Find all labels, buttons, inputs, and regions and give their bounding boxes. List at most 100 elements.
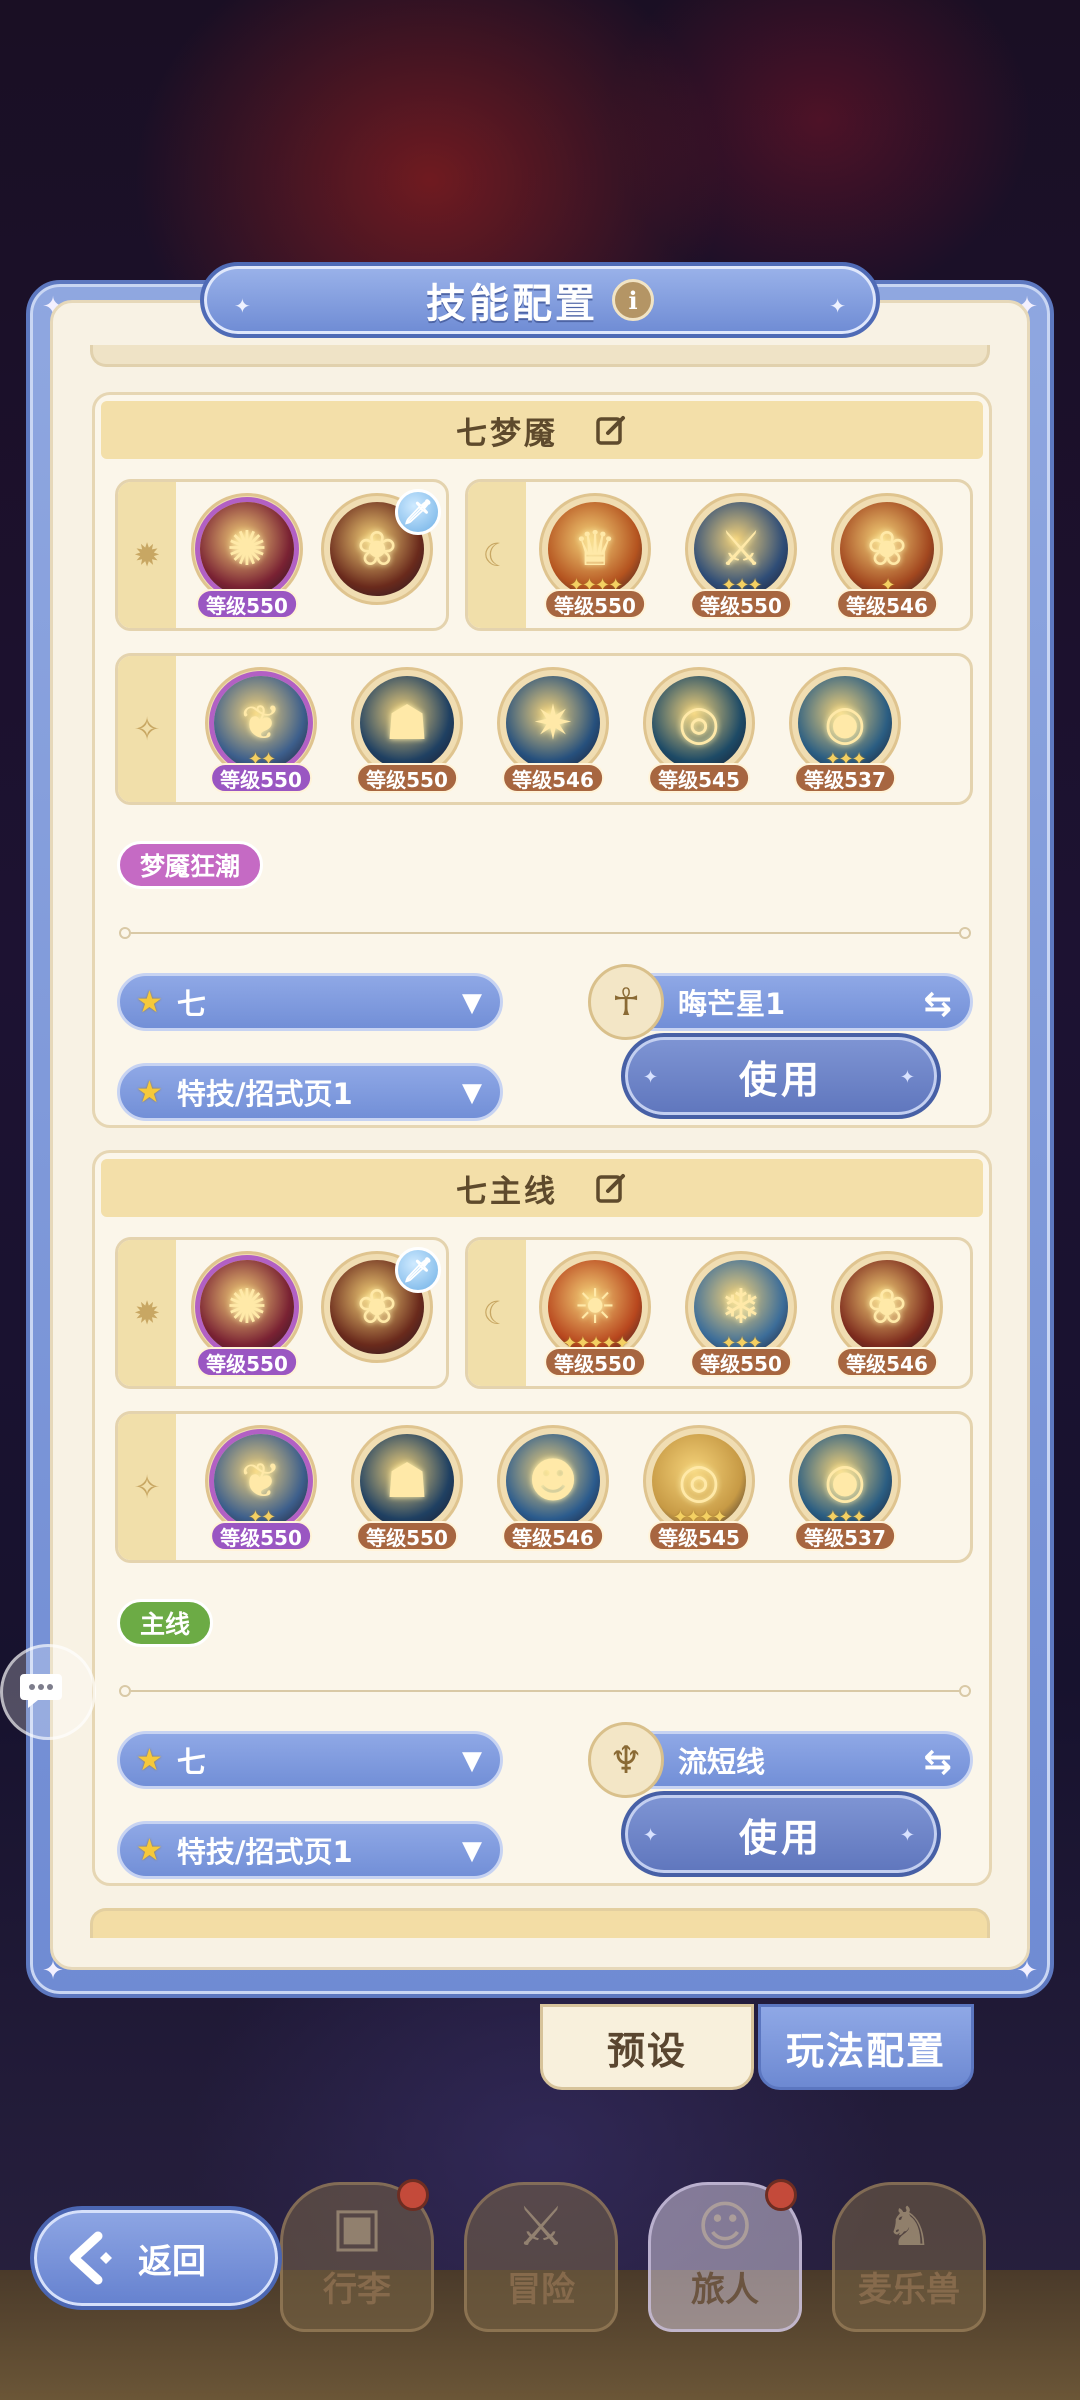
page-dropdown[interactable]: ★ 特技/招式页1 ▼ [117,1063,503,1121]
chevron-down-icon: ▼ [462,1078,482,1108]
notification-dot [397,2179,429,2211]
banner-star-icon: ✦ [234,294,251,318]
skill-level-badge: 等级550 [356,1521,458,1551]
skill-level-badge: 等级537 [794,763,896,793]
skill-slot[interactable]: ✺ 等级550 [191,493,303,619]
info-icon[interactable]: i [612,279,654,321]
team-value: 七 [176,987,206,1021]
chevron-down-icon: ▼ [462,988,482,1018]
loadout-name: 七梦魇 [456,415,558,452]
skill-slot[interactable]: ❀ 🗡 [321,489,441,605]
loadout-tag: 梦魇狂潮 [117,841,264,889]
skill-slot[interactable]: ⚔ ✦✦✦ 等级550 [685,493,797,619]
nav-label: 行李 [323,2270,391,2310]
skill-level-badge: 等级550 [544,1347,646,1377]
star-icon: ★ [136,984,163,1020]
loadout-card: 七主线 ✹ ☾ ✧ ✺ 等级550 ❀ 🗡 ☀ ✦✦✦✦✦ 等级550 ❄ ✦✦✦ 等级550 ❀ 等级546… [92,1150,992,1886]
use-button-label: 使用 [738,1057,823,1102]
star-icon: ★ [136,1074,163,1110]
skill-slot[interactable]: ◎ ✦✦✦✦ 等级545 [643,1425,755,1551]
skill-slot[interactable]: ❀ 等级546 [831,1251,943,1377]
sun-icon: ✹ [118,1240,176,1386]
loadout-tag: 主线 [117,1599,214,1647]
partner-avatar-icon: ☥ [588,964,664,1040]
title-banner: ✦ 技能配置 i ✦ [200,262,880,338]
equipped-sword-icon: 🗡 [395,489,441,535]
tab-preset[interactable]: 预设 [540,2004,754,2090]
edit-icon[interactable] [594,1171,628,1205]
back-button-label: 返回 [138,2241,206,2282]
loadout-card: 七梦魇 ✹ ☾ ✧ ✺ 等级550 ❀ 🗡 ♛ ✦✦✦✦ 等级550 ⚔ ✦✦✦ 等级550 ❀ ✦ 等级546… [92,392,992,1128]
back-button[interactable]: 返回 [30,2206,282,2310]
team-dropdown[interactable]: ★ 七 ▼ [117,1731,503,1789]
skill-slot[interactable]: ✺ 等级550 [191,1251,303,1377]
skill-slot[interactable]: ✷ 等级546 [497,667,609,793]
nav-item[interactable]: ▣ 行李 [280,2179,434,2332]
page-title: 技能配置 [426,281,598,327]
traveler-avatar-icon: ☺ [696,2195,754,2258]
page-dropdown[interactable]: ★ 特技/招式页1 ▼ [117,1821,503,1879]
edit-icon[interactable] [594,413,628,447]
use-button[interactable]: ✦ 使用 ✦ [621,1033,941,1119]
fox-pet-icon: ♞ [884,2195,934,2258]
skill-level-badge: 等级550 [544,589,646,619]
skill-slot[interactable]: ☗ 等级550 [351,667,463,793]
partner-switch[interactable]: ♆ 流短线 ⇆ [588,1722,973,1798]
loadout-header: 七主线 [101,1159,983,1217]
nav-item[interactable]: ♞ 麦乐兽 [832,2182,986,2332]
nav-label: 冒险 [507,2270,575,2310]
skill-slot[interactable]: ❀ ✦ 等级546 [831,493,943,619]
skill-slot[interactable]: ❀ 🗡 [321,1247,441,1363]
nav-label: 旅人 [691,2270,759,2310]
use-button[interactable]: ✦ 使用 ✦ [621,1791,941,1877]
skill-slot[interactable]: ❄ ✦✦✦ 等级550 [685,1251,797,1377]
partner-avatar-icon: ♆ [588,1722,664,1798]
skill-level-badge: 等级550 [196,1347,298,1377]
crimson-wheel-icon: ✺ [200,502,294,596]
skill-slot[interactable]: ☻ 等级546 [497,1425,609,1551]
skill-slot[interactable]: ❦ ✦✦ 等级550 [205,1425,317,1551]
page-value: 特技/招式页1 [176,1835,353,1869]
use-button-label: 使用 [738,1815,823,1860]
skill-level-badge: 等级545 [648,763,750,793]
nav-item[interactable]: ⚔ 冒险 [464,2182,618,2332]
skill-slot[interactable]: ◎ 等级545 [643,667,755,793]
skill-level-badge: 等级546 [502,763,604,793]
moon-icon: ☾ [468,482,526,628]
skill-slot[interactable]: ☀ ✦✦✦✦✦ 等级550 [539,1251,651,1377]
team-value: 七 [176,1745,206,1779]
crossed-swords-icon: ⚔ [516,2195,566,2258]
chat-icon[interactable] [0,1644,96,1740]
notification-dot [765,2179,797,2211]
skill-slot[interactable]: ♛ ✦✦✦✦ 等级550 [539,493,651,619]
partner-name: 晦芒星1 [678,987,786,1021]
previous-card-edge [90,345,990,367]
spiral-vortex-icon: ◎ [652,676,746,770]
skill-level-badge: 等级546 [836,1347,938,1377]
next-card-edge [90,1908,990,1938]
team-dropdown[interactable]: ★ 七 ▼ [117,973,503,1031]
skill-level-badge: 等级550 [356,763,458,793]
star-icon: ✧ [118,1414,176,1560]
skill-slot[interactable]: ☗ 等级550 [351,1425,463,1551]
skill-level-badge: 等级550 [210,763,312,793]
nav-item[interactable]: ☺ 旅人 [648,2179,802,2332]
star-icon: ★ [136,1832,163,1868]
skill-level-badge: 等级550 [690,589,792,619]
skill-level-badge: 等级550 [690,1347,792,1377]
partner-switch[interactable]: ☥ 晦芒星1 ⇆ [588,964,973,1040]
chevron-down-icon: ▼ [462,1836,482,1866]
page-value: 特技/招式页1 [176,1077,353,1111]
crimson-wheel-icon: ✺ [200,1260,294,1354]
skill-slot[interactable]: ◉ ✦✦✦ 等级537 [789,667,901,793]
skill-slot[interactable]: ❦ ✦✦ 等级550 [205,667,317,793]
skill-level-badge: 等级546 [502,1521,604,1551]
equipped-sword-icon: 🗡 [395,1247,441,1293]
divider [119,927,971,939]
banner-star-icon: ✦ [829,294,846,318]
skill-slot[interactable]: ◉ ✦✦✦ 等级537 [789,1425,901,1551]
lightning-burst-icon: ✷ [506,676,600,770]
tab-play-config[interactable]: 玩法配置 [758,2004,974,2090]
shadow-claw-icon: ☗ [360,676,454,770]
loadout-name: 七主线 [456,1173,558,1210]
